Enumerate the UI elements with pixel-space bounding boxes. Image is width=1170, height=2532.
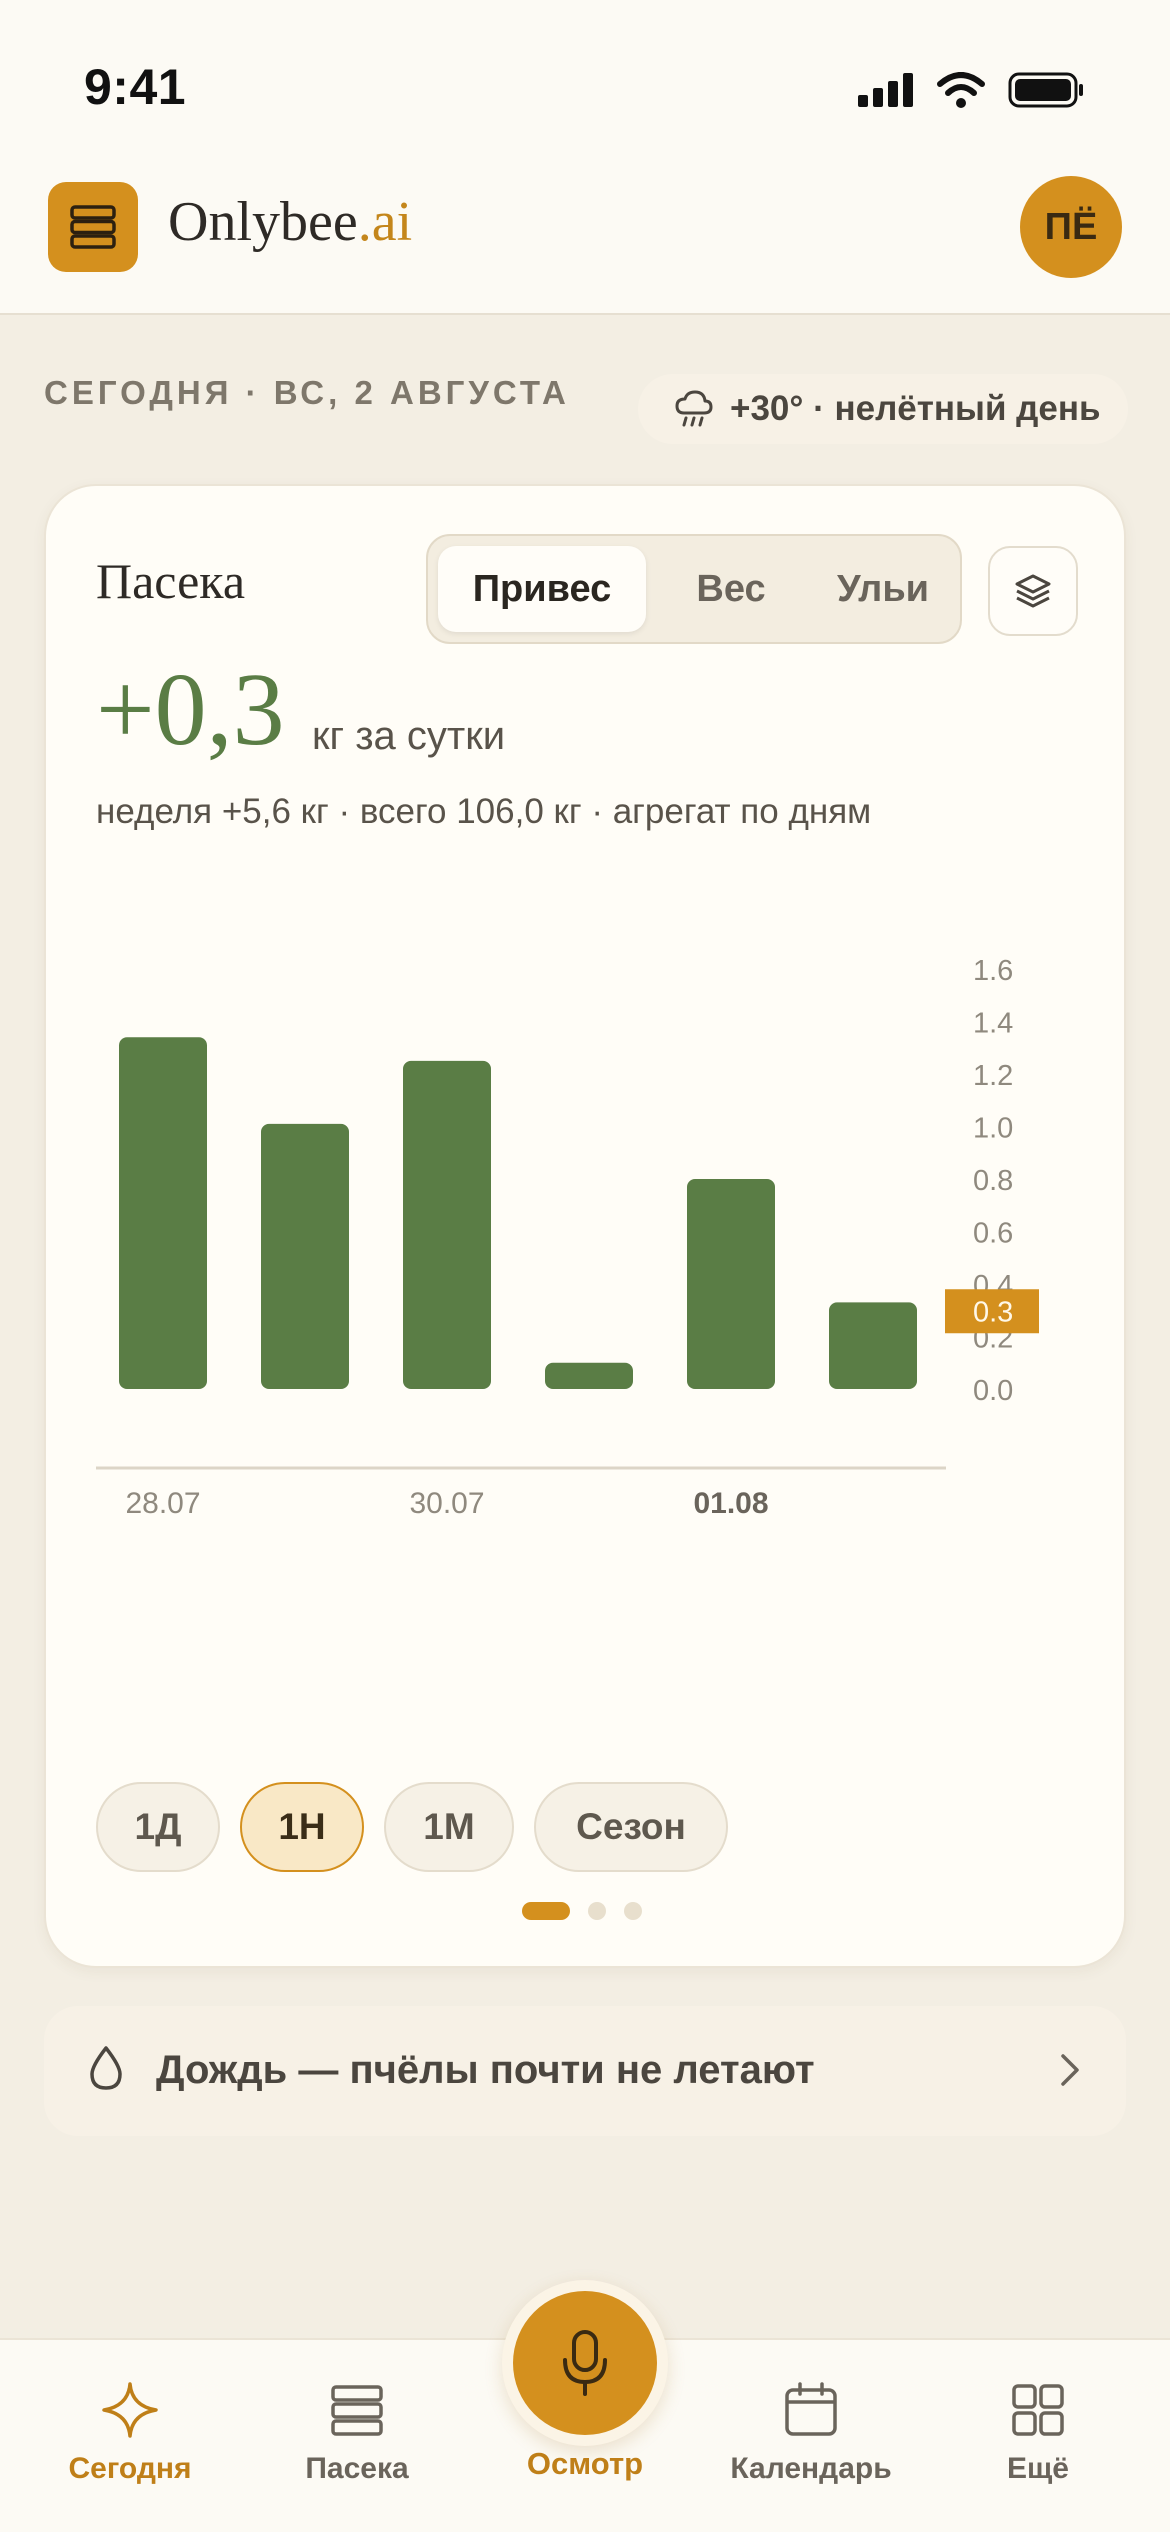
app-header: Onlybee.ai ПЁ	[0, 150, 1170, 315]
layers-icon	[1015, 574, 1051, 608]
range-season[interactable]: Сезон	[534, 1782, 728, 1872]
tab-gain[interactable]: Привес	[438, 546, 646, 632]
y-tick-label: 0.8	[973, 1165, 1013, 1197]
current-value-label: 0.3	[973, 1296, 1013, 1328]
weather-text: +30° · нелётный день	[730, 389, 1101, 428]
tab-today-label: Сегодня	[68, 2452, 192, 2485]
chart-bar[interactable]	[829, 1302, 917, 1389]
tab-more[interactable]: Ещё	[938, 2380, 1138, 2486]
daily-gain-unit: кг за сутки	[312, 714, 506, 758]
page-indicator[interactable]	[522, 1902, 642, 1920]
y-tick-label: 1.4	[973, 1008, 1013, 1040]
wifi-icon	[937, 72, 985, 108]
page-dot-1[interactable]	[522, 1902, 570, 1920]
tab-apiary-label: Пасека	[305, 2452, 409, 2485]
page-dot-3[interactable]	[624, 1902, 642, 1920]
weather-alert[interactable]: Дождь — пчёлы почти не летают	[44, 2006, 1126, 2136]
x-tick-label: 28.07	[125, 1487, 200, 1520]
y-tick-label: 1.6	[973, 955, 1013, 987]
rain-cloud-icon	[675, 390, 713, 427]
y-tick-label: 1.0	[973, 1113, 1013, 1145]
brand-suffix: .ai	[357, 191, 413, 253]
microphone-icon	[563, 2330, 607, 2396]
inspection-button-halo	[502, 2280, 668, 2446]
range-1w[interactable]: 1Н	[240, 1782, 364, 1872]
hives-icon	[331, 2385, 383, 2436]
chart-bar[interactable]	[119, 1037, 207, 1389]
tab-apiary[interactable]: Пасека	[257, 2380, 457, 2486]
gain-summary: неделя +5,6 кг · всего 106,0 кг · агрега…	[96, 792, 872, 831]
avatar[interactable]: ПЁ	[1020, 176, 1122, 278]
y-tick-label: 1.2	[973, 1060, 1013, 1092]
calendar-icon	[785, 2382, 837, 2436]
status-bar: 9:41	[0, 0, 1170, 150]
range-selector: 1Д 1Н 1М Сезон	[96, 1782, 728, 1872]
daily-gain-chart: 0.00.20.40.60.81.01.21.41.60.328.07 30.07…	[96, 955, 1039, 1520]
chart-bar[interactable]	[687, 1179, 775, 1389]
tab-calendar[interactable]: Календарь	[711, 2380, 911, 2486]
today-date: СЕГОДНЯ · ВС, 2 АВГУСТА	[44, 374, 570, 411]
card-title: Пасека	[96, 553, 246, 609]
chart-bar[interactable]	[261, 1123, 349, 1389]
brand-name: Onlybee	[168, 191, 358, 253]
x-tick-label: 30.07	[409, 1487, 484, 1520]
cellular-signal-icon	[858, 73, 913, 107]
daily-gain-value: +0,3	[96, 652, 285, 767]
sparkle-icon	[102, 2382, 158, 2438]
tab-today[interactable]: Сегодня	[30, 2380, 230, 2486]
status-icons	[858, 72, 1084, 108]
inspection-label: Осмотр	[526, 2446, 644, 2481]
chart-bar[interactable]	[545, 1362, 633, 1389]
brand-logo: Onlybee.ai	[168, 190, 412, 254]
layers-button[interactable]	[988, 546, 1078, 636]
drop-icon	[90, 2046, 122, 2090]
apiary-card: Пасека Привес Вес Ульи +0,3 кг за сутки …	[44, 484, 1126, 1968]
tab-weight[interactable]: Вес	[656, 546, 806, 632]
y-tick-label: 0.0	[973, 1375, 1013, 1407]
range-1m[interactable]: 1М	[384, 1782, 514, 1872]
tab-hives[interactable]: Ульи	[808, 546, 958, 632]
y-tick-label: 0.6	[973, 1218, 1013, 1250]
range-1d[interactable]: 1Д	[96, 1782, 220, 1872]
tab-calendar-label: Календарь	[730, 2452, 892, 2485]
tab-more-label: Ещё	[1006, 2452, 1069, 2485]
inspection-mic-button[interactable]	[513, 2291, 657, 2435]
status-time: 9:41	[84, 59, 187, 115]
battery-icon	[1008, 72, 1083, 108]
alert-text: Дождь — пчёлы почти не летают	[156, 2048, 815, 2092]
menu-button[interactable]	[48, 182, 138, 272]
x-tick-label: 01.08	[693, 1487, 768, 1520]
chevron-right-icon	[1061, 2054, 1079, 2086]
grid-icon	[1012, 2384, 1064, 2436]
weather-pill[interactable]: +30° · нелётный день	[638, 374, 1128, 444]
metric-segmented-control: Привес Вес Ульи	[426, 534, 962, 644]
page-dot-2[interactable]	[588, 1902, 606, 1920]
hives-menu-icon	[70, 205, 116, 249]
chart-bar[interactable]	[403, 1060, 491, 1389]
